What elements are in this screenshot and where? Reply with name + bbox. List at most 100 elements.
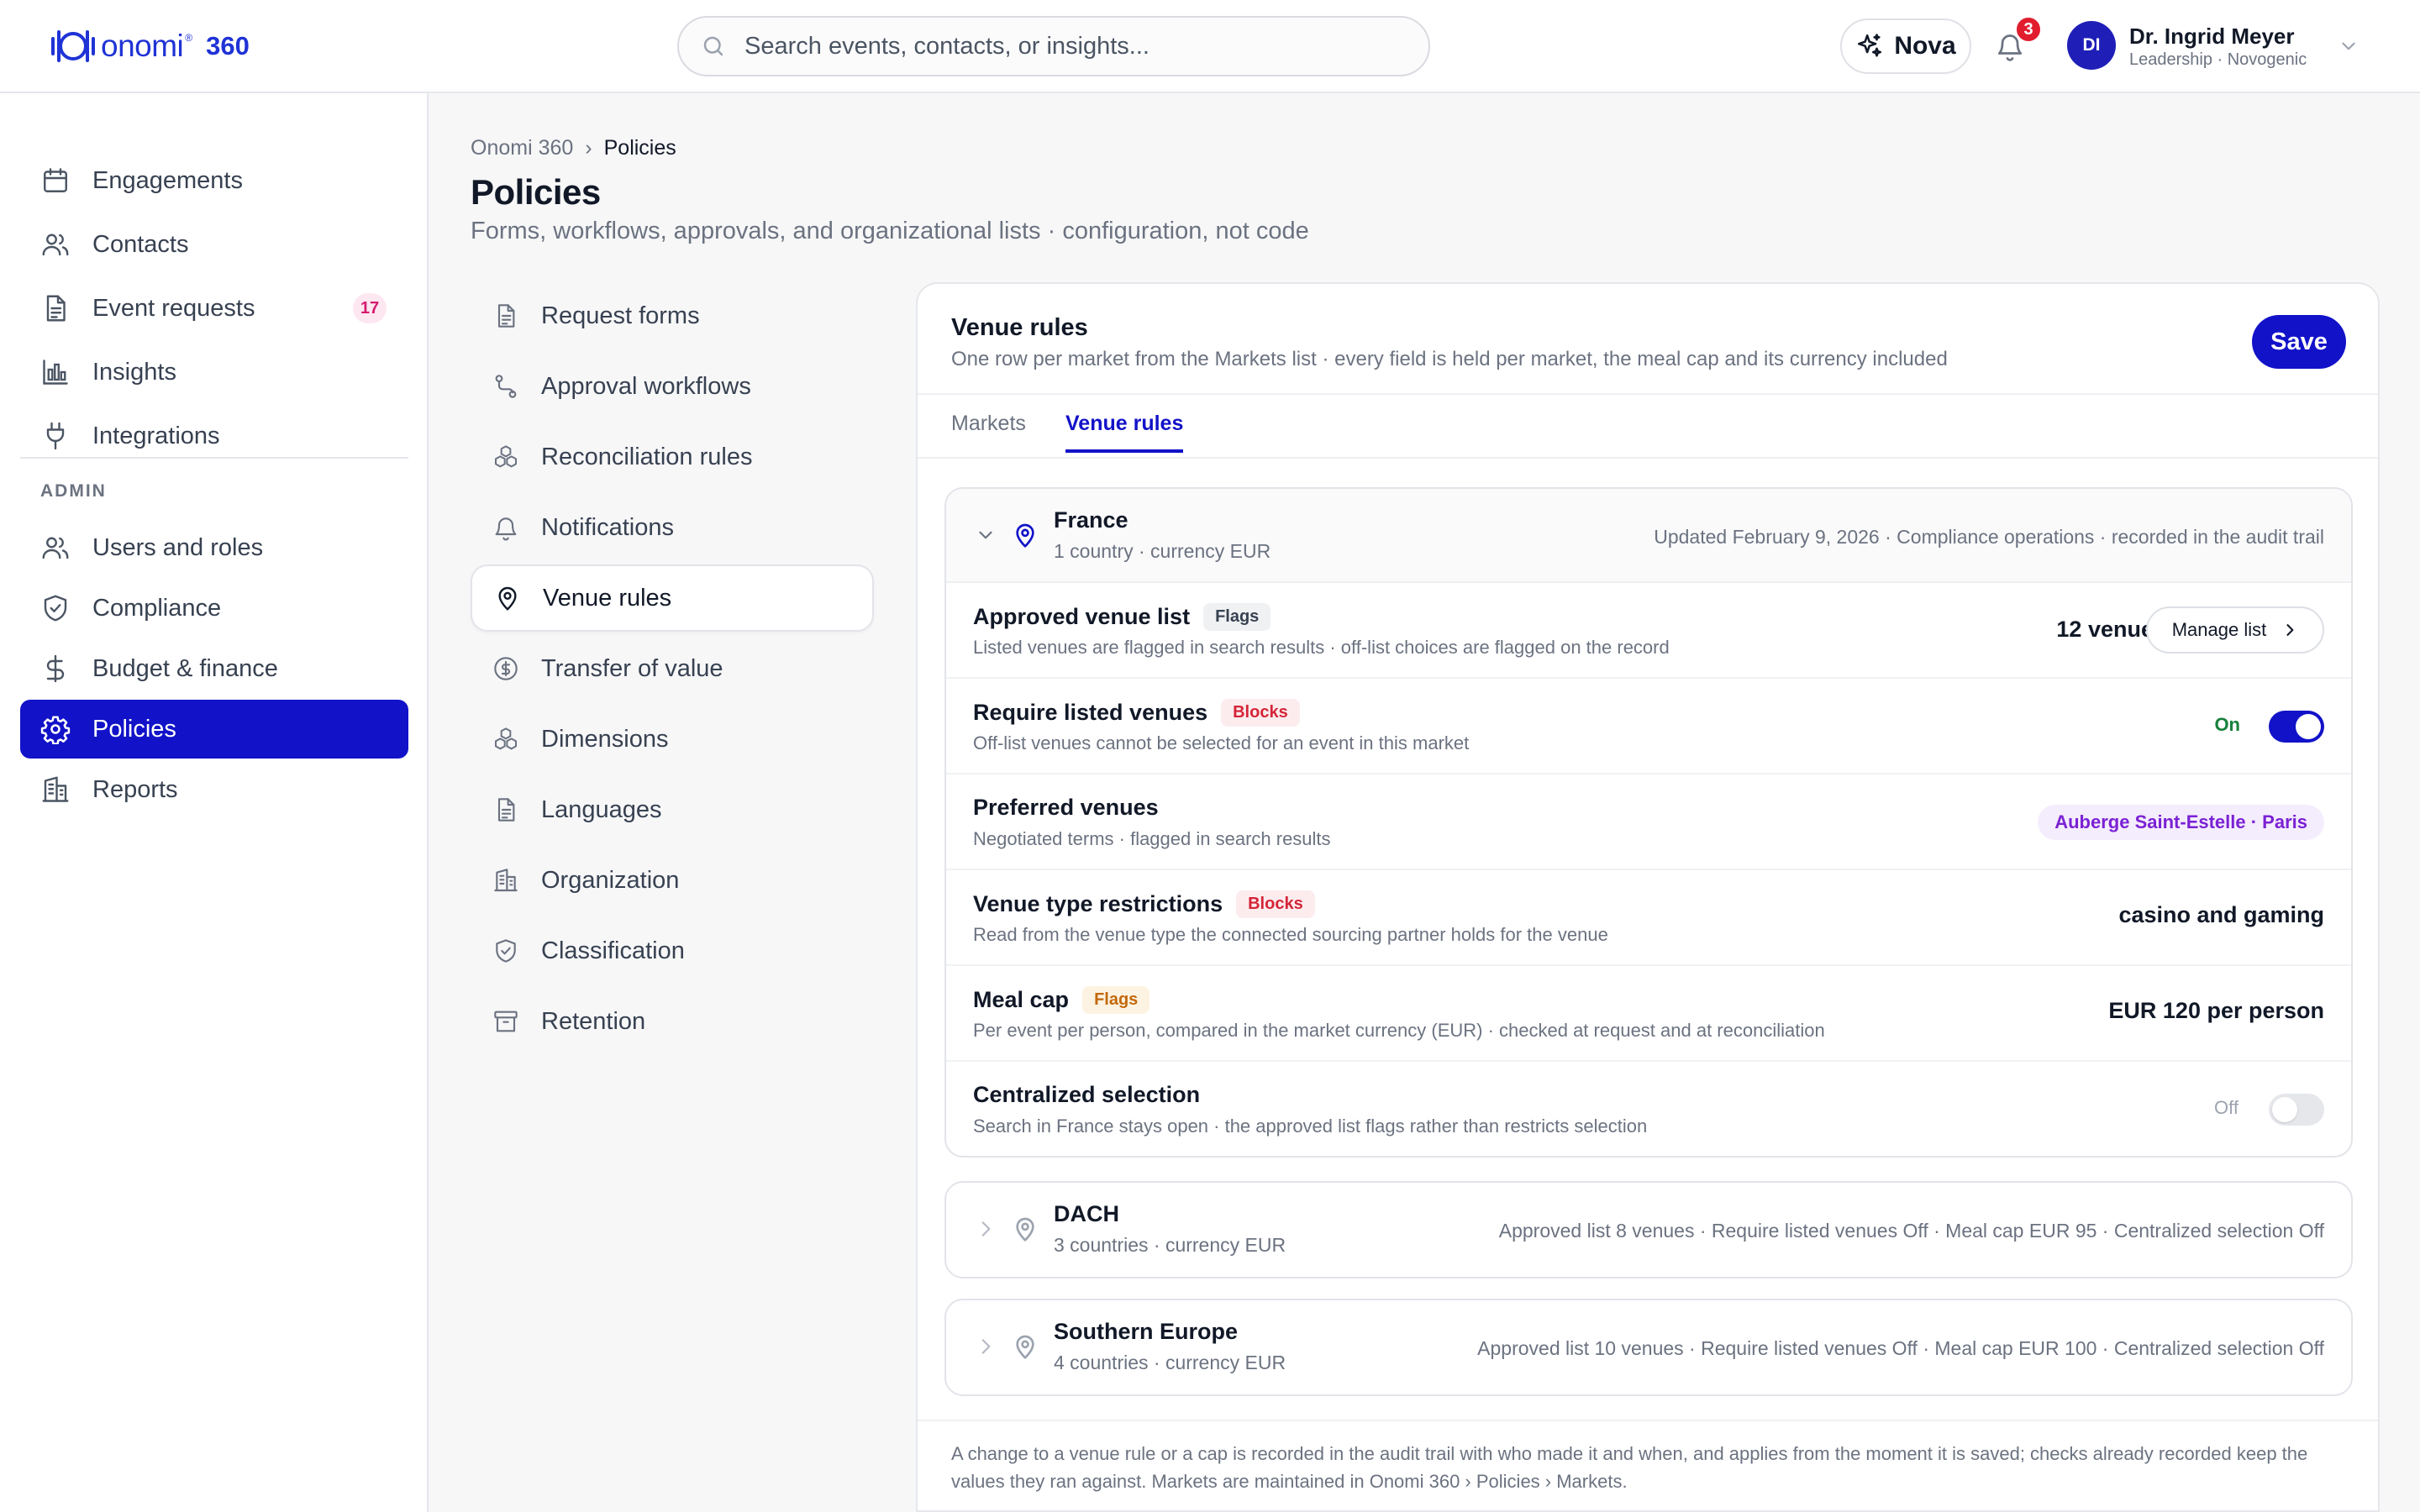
- document-icon: [492, 796, 519, 823]
- building-icon: [40, 774, 71, 805]
- chevron-down-icon[interactable]: [975, 524, 997, 546]
- rule-description: Per event per person, compared in the ma…: [973, 1020, 1825, 1041]
- top-bar: onomi ® 360 Nova 3 DI Dr. Ingrid Meyer L…: [0, 0, 2420, 93]
- sidebar-item-insights[interactable]: Insights: [20, 343, 408, 402]
- preferred-venue-chip[interactable]: Auberge Saint-Estelle · Paris: [2038, 805, 2324, 840]
- brand-logo[interactable]: onomi ® 360: [49, 24, 250, 69]
- market-name: Southern Europe: [1054, 1319, 1239, 1344]
- policy-nav-reconciliation-rules[interactable]: Reconciliation rules: [471, 423, 874, 491]
- sidebar-item-event-requests[interactable]: Event requests 17: [20, 279, 408, 338]
- page-title: Policies: [471, 172, 601, 212]
- rule-description: Listed venues are flagged in search resu…: [973, 637, 1670, 658]
- brand-product: 360: [206, 31, 250, 60]
- save-button[interactable]: Save: [2252, 315, 2346, 369]
- blocks-badge: Blocks: [1236, 890, 1315, 918]
- policy-nav-label: Venue rules: [543, 584, 672, 612]
- market-header-southern-europe[interactable]: Southern Europe 4 countries · currency E…: [946, 1300, 2351, 1394]
- market-summary: Approved list 8 venues · Require listed …: [1498, 1220, 2324, 1242]
- sidebar-item-label: Compliance: [92, 594, 222, 622]
- market-meta: 4 countries · currency EUR: [1054, 1352, 1286, 1373]
- rule-title: Centralized selection: [973, 1082, 1200, 1108]
- market-group-southern-europe[interactable]: Southern Europe 4 countries · currency E…: [944, 1299, 2353, 1396]
- sidebar-item-label: Contacts: [92, 230, 189, 258]
- policy-nav-transfer-of-value[interactable]: Transfer of value: [471, 635, 874, 702]
- users-icon: [40, 533, 71, 563]
- calendar-icon: [40, 165, 71, 196]
- chevron-right-icon[interactable]: [975, 1336, 997, 1357]
- sidebar-item-label: Users and roles: [92, 533, 264, 561]
- policy-nav-label: Transfer of value: [541, 654, 723, 682]
- rule-description: Off-list venues cannot be selected for a…: [973, 732, 1470, 753]
- breadcrumb: Onomi 360 › Policies: [471, 136, 676, 160]
- tab-markets[interactable]: Markets: [951, 412, 1026, 449]
- policy-nav-notifications[interactable]: Notifications: [471, 494, 874, 561]
- brand-registered-mark: ®: [185, 32, 193, 44]
- sidebar-item-reports[interactable]: Reports: [20, 760, 408, 819]
- nova-label: Nova: [1894, 32, 1956, 60]
- sidebar-item-label: Event requests: [92, 294, 255, 322]
- search-input[interactable]: [744, 32, 1400, 60]
- sidebar-item-budget-finance[interactable]: Budget & finance: [20, 639, 408, 698]
- panel-divider: [918, 393, 2378, 395]
- rule-preferred-venues: Preferred venues Negotiated terms · flag…: [946, 774, 2351, 870]
- user-name[interactable]: Dr. Ingrid Meyer: [2129, 24, 2295, 50]
- require-listed-venues-toggle[interactable]: [2269, 711, 2324, 743]
- toggle-knob: [2272, 1097, 2297, 1122]
- market-group-dach[interactable]: DACH 3 countries · currency EUR Approved…: [944, 1181, 2353, 1278]
- user-avatar[interactable]: DI: [2067, 21, 2116, 70]
- gear-icon: [40, 714, 71, 744]
- logo-mark-icon: [49, 24, 97, 69]
- breadcrumb-root[interactable]: Onomi 360: [471, 136, 573, 160]
- users-icon: [40, 229, 71, 260]
- sidebar-section-admin: ADMIN: [40, 481, 107, 501]
- rule-approved-venue-list: Approved venue list Flags Listed venues …: [946, 583, 2351, 679]
- sidebar-item-label: Engagements: [92, 166, 243, 194]
- policy-nav-dimensions[interactable]: Dimensions: [471, 706, 874, 773]
- policy-nav-label: Languages: [541, 795, 662, 823]
- sidebar-item-users-and-roles[interactable]: Users and roles: [20, 518, 408, 577]
- global-search[interactable]: [677, 16, 1430, 76]
- dollar-icon: [40, 654, 71, 684]
- policy-nav-languages[interactable]: Languages: [471, 776, 874, 843]
- sidebar-item-policies[interactable]: Policies: [20, 700, 408, 759]
- policy-nav-request-forms[interactable]: Request forms: [471, 282, 874, 349]
- rule-title-text: Require listed venues: [973, 700, 1208, 725]
- chevron-down-icon[interactable]: [2338, 35, 2360, 57]
- tab-venue-rules[interactable]: Venue rules: [1065, 412, 1184, 453]
- map-pin-icon: [1012, 1215, 1039, 1243]
- policy-nav-organization[interactable]: Organization: [471, 847, 874, 914]
- rule-description: Search in France stays open · the approv…: [973, 1116, 1648, 1137]
- sidebar-item-compliance[interactable]: Compliance: [20, 579, 408, 638]
- panel-title: Venue rules: [951, 314, 1088, 341]
- rule-title-text: Meal cap: [973, 987, 1070, 1012]
- rule-centralized-selection: Centralized selection Search in France s…: [946, 1062, 2351, 1156]
- market-header-france[interactable]: France 1 country · currency EUR Updated …: [946, 489, 2351, 583]
- nova-assistant-button[interactable]: Nova: [1840, 18, 1971, 74]
- map-pin-icon: [494, 585, 521, 612]
- rule-meal-cap: Meal cap Flags Per event per person, com…: [946, 966, 2351, 1062]
- centralized-selection-toggle[interactable]: [2269, 1094, 2324, 1126]
- search-icon: [701, 34, 726, 59]
- user-role: Leadership · Novogenic: [2129, 50, 2307, 69]
- chevron-right-icon: [2281, 622, 2298, 638]
- sidebar-item-engagements[interactable]: Engagements: [20, 151, 408, 210]
- workflow-icon: [492, 373, 519, 400]
- rule-title: Require listed venues Blocks: [973, 699, 1300, 727]
- sidebar-item-label: Reports: [92, 775, 178, 803]
- chevron-right-icon[interactable]: [975, 1218, 997, 1240]
- market-header-dach[interactable]: DACH 3 countries · currency EUR Approved…: [946, 1183, 2351, 1277]
- rule-require-listed-venues: Require listed venues Blocks Off-list ve…: [946, 679, 2351, 774]
- cubes-icon: [492, 444, 519, 470]
- breadcrumb-separator-icon: ›: [585, 136, 592, 160]
- policy-nav-venue-rules[interactable]: Venue rules: [471, 564, 874, 632]
- manage-list-button[interactable]: Manage list: [2146, 606, 2324, 654]
- tabs-divider: [918, 457, 2378, 459]
- sidebar-item-contacts[interactable]: Contacts: [20, 215, 408, 274]
- map-pin-icon: [1012, 521, 1039, 549]
- sidebar-item-label: Integrations: [92, 422, 220, 449]
- policy-nav-approval-workflows[interactable]: Approval workflows: [471, 353, 874, 420]
- policy-nav-retention[interactable]: Retention: [471, 988, 874, 1055]
- policy-nav-classification[interactable]: Classification: [471, 917, 874, 984]
- rule-description: Negotiated terms · flagged in search res…: [973, 828, 1331, 849]
- policy-nav-label: Approval workflows: [541, 372, 751, 400]
